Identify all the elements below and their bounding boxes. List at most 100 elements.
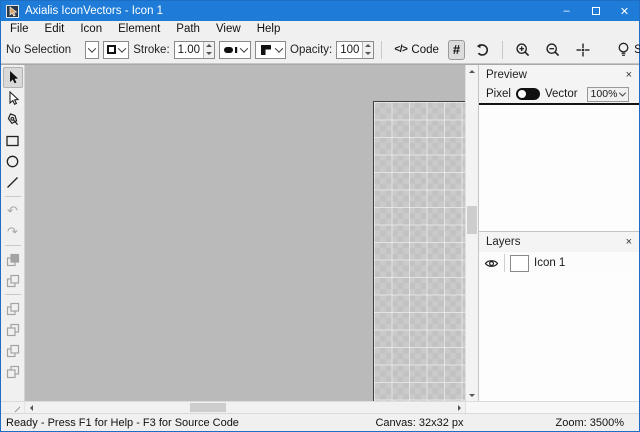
layers-empty-area — [479, 274, 639, 401]
zoom-level-info: Zoom: 3500% — [556, 417, 624, 429]
center-view-button[interactable] — [570, 40, 596, 60]
opacity-value: 100 — [337, 42, 362, 58]
stroke-width-spinner[interactable]: 1.00 — [174, 41, 215, 59]
preview-close-button[interactable]: × — [626, 69, 632, 81]
menu-file[interactable]: File — [2, 21, 37, 36]
send-to-back-button[interactable] — [3, 361, 23, 382]
select-tool[interactable] — [3, 67, 23, 88]
maximize-icon — [592, 7, 600, 15]
horizontal-scroll-track[interactable] — [37, 402, 453, 413]
vertical-scroll-thumb[interactable] — [467, 206, 477, 234]
right-panel: Preview × Pixel Vector 100% La — [478, 65, 639, 401]
menu-path[interactable]: Path — [168, 21, 208, 36]
layer-thumbnail[interactable] — [510, 255, 529, 272]
bring-to-front-icon — [6, 302, 20, 316]
reset-rotation-button[interactable] — [469, 40, 495, 60]
close-button[interactable]: ✕ — [610, 1, 639, 21]
zoom-in-button[interactable] — [510, 40, 536, 60]
chevron-down-icon — [118, 44, 126, 52]
send-backward-button[interactable] — [3, 340, 23, 361]
pen-tool[interactable] — [3, 109, 23, 130]
spin-down-button[interactable] — [363, 50, 373, 58]
selection-status-label: No Selection — [6, 44, 71, 56]
status-message: Ready - Press F1 for Help - F3 for Sourc… — [6, 417, 239, 429]
crosshair-icon — [575, 42, 591, 58]
ellipse-tool[interactable] — [3, 151, 23, 172]
layer-name[interactable]: Icon 1 — [534, 257, 565, 269]
bottom-scroll-row — [1, 401, 639, 413]
content-area: ↶ ↷ — [1, 64, 639, 401]
toolbar-separator — [502, 41, 503, 59]
code-button-label: Code — [411, 44, 439, 56]
undo-button[interactable]: ↶ — [3, 200, 23, 221]
properties-toolbar: No Selection Stroke: 1.00 Opacity: 100 — [1, 36, 639, 64]
scroll-right-button[interactable] — [453, 402, 465, 413]
spin-up-button[interactable] — [363, 42, 373, 50]
canvas-vertical-scrollbar[interactable] — [465, 65, 478, 401]
line-icon — [5, 175, 20, 190]
line-tool[interactable] — [3, 172, 23, 193]
zoom-out-icon — [545, 42, 561, 58]
preview-zoom-dropdown[interactable]: 100% — [587, 87, 630, 102]
preview-zoom-value: 100% — [591, 88, 618, 100]
zoom-out-button[interactable] — [540, 40, 566, 60]
maximize-button[interactable] — [581, 1, 610, 21]
menu-view[interactable]: View — [208, 21, 249, 36]
layer-row[interactable]: Icon 1 — [479, 252, 639, 274]
bring-forward-icon — [6, 323, 20, 337]
bring-to-front-button[interactable] — [3, 298, 23, 319]
preview-area — [479, 105, 639, 231]
preview-controls: Pixel Vector 100% — [479, 85, 639, 103]
scroll-down-button[interactable] — [466, 389, 478, 401]
scroll-left-button[interactable] — [25, 402, 37, 413]
group-button[interactable] — [3, 249, 23, 270]
pen-icon — [5, 112, 20, 127]
suggest-button-label: Suggest — [634, 44, 640, 56]
layers-close-button[interactable]: × — [626, 236, 632, 248]
suggest-button[interactable]: Suggest — [612, 40, 640, 60]
app-icon — [6, 5, 19, 18]
line-cap-dropdown[interactable] — [219, 41, 251, 59]
direct-select-tool[interactable] — [3, 88, 23, 109]
menu-element[interactable]: Element — [110, 21, 168, 36]
triangle-right-icon — [458, 405, 461, 411]
canvas-workspace[interactable] — [25, 65, 465, 401]
bring-forward-button[interactable] — [3, 319, 23, 340]
send-backward-icon — [6, 344, 20, 358]
triangle-up-icon — [206, 44, 212, 47]
code-button[interactable]: </> Code — [389, 40, 443, 60]
menu-bar: File Edit Icon Element Path View Help — [1, 21, 639, 36]
title-bar: Axialis IconVectors - Icon 1 – ✕ — [1, 1, 639, 21]
grid-toggle-button[interactable]: # — [448, 40, 465, 60]
menu-help[interactable]: Help — [249, 21, 289, 36]
window-title: Axialis IconVectors - Icon 1 — [25, 5, 163, 17]
preview-panel-header: Preview × — [479, 65, 639, 85]
stroke-color-dropdown[interactable] — [103, 41, 129, 59]
canvas-artboard[interactable] — [373, 101, 465, 401]
scroll-up-button[interactable] — [466, 65, 478, 77]
menu-edit[interactable]: Edit — [37, 21, 73, 36]
scrollbar-corner — [465, 402, 639, 413]
vertical-scroll-track[interactable] — [466, 77, 478, 389]
ungroup-button[interactable] — [3, 270, 23, 291]
triangle-up-icon — [469, 70, 475, 73]
fill-color-dropdown[interactable] — [85, 41, 99, 59]
pixel-vector-toggle[interactable] — [516, 88, 540, 100]
chevron-down-icon — [275, 44, 283, 52]
line-join-dropdown[interactable] — [255, 41, 286, 59]
spin-up-button[interactable] — [204, 42, 214, 50]
opacity-spinner[interactable]: 100 — [336, 41, 374, 59]
horizontal-scroll-thumb[interactable] — [190, 403, 226, 412]
rectangle-tool[interactable] — [3, 130, 23, 151]
minimize-button[interactable]: – — [552, 1, 581, 21]
triangle-down-icon — [206, 52, 212, 55]
line-cap-icon — [223, 43, 238, 57]
spin-down-button[interactable] — [204, 50, 214, 58]
stroke-width-value: 1.00 — [175, 42, 203, 58]
stroke-swatch-icon — [107, 45, 116, 54]
menu-icon[interactable]: Icon — [72, 21, 110, 36]
redo-button[interactable]: ↷ — [3, 221, 23, 242]
visibility-eye-icon[interactable] — [484, 257, 499, 270]
spinner-steppers — [203, 42, 214, 58]
canvas-horizontal-scrollbar[interactable] — [25, 402, 465, 413]
